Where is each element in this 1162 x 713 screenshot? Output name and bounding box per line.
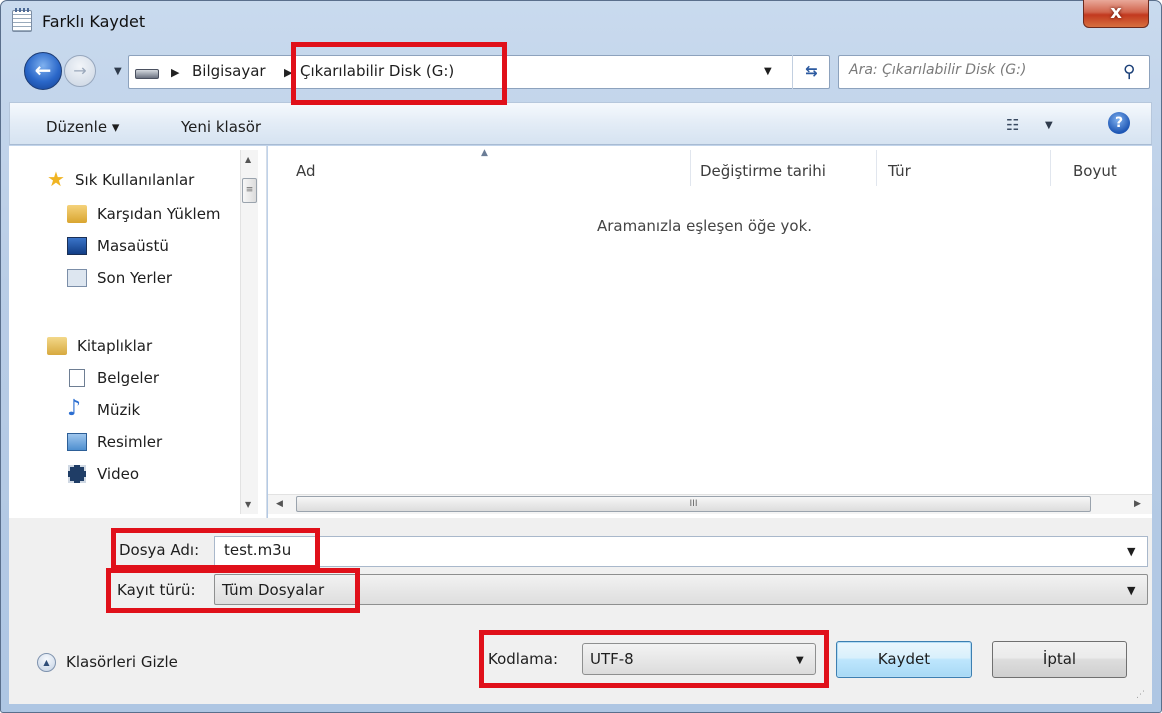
view-dropdown-icon[interactable]: ▼ [1045, 120, 1053, 131]
cancel-button[interactable]: İptal [992, 641, 1127, 678]
nav-libraries-label: Kitaplıklar [77, 337, 153, 355]
nav-item-label: Müzik [97, 401, 141, 419]
nav-item-label: Karşıdan Yüklem [97, 205, 221, 223]
video-icon [68, 465, 86, 483]
notepad-icon [12, 8, 32, 32]
download-folder-icon [67, 205, 87, 223]
back-button[interactable]: ← [24, 52, 62, 90]
recent-pages-chevron-icon[interactable]: ▼ [114, 66, 122, 77]
refresh-icon[interactable]: ⇆ [792, 55, 830, 89]
help-icon[interactable]: ? [1108, 112, 1130, 134]
view-options-icon[interactable]: ☷ [1006, 116, 1019, 134]
documents-icon [69, 369, 85, 387]
nav-item-label: Belgeler [97, 369, 159, 387]
highlight-box-encoding [479, 630, 829, 688]
recent-places-icon [67, 269, 87, 287]
libraries-icon [47, 337, 67, 355]
sort-ascending-icon: ▲ [481, 148, 488, 158]
save-button[interactable]: Kaydet [836, 641, 972, 678]
close-button[interactable]: x [1083, 0, 1149, 28]
column-separator[interactable] [876, 150, 877, 186]
hide-folders-button[interactable]: Klasörleri Gizle [66, 653, 178, 671]
music-note-icon: ♪ [67, 396, 82, 421]
address-dropdown-icon[interactable]: ▼ [764, 66, 772, 77]
highlight-box-filename [111, 528, 320, 570]
star-icon: ★ [47, 167, 65, 191]
drive-icon [135, 69, 159, 79]
file-list [268, 146, 1152, 518]
filename-dropdown-icon[interactable]: ▼ [1127, 545, 1135, 558]
save-type-dropdown-icon[interactable]: ▼ [1127, 584, 1135, 597]
empty-results-message: Aramanızla eşleşen öğe yok. [597, 217, 813, 235]
column-header-size[interactable]: Boyut [1073, 162, 1117, 180]
forward-button[interactable]: → [64, 55, 96, 87]
column-header-date-modified[interactable]: Değiştirme tarihi [700, 162, 826, 180]
organize-button[interactable]: Düzenle ▾ [46, 118, 119, 136]
scroll-up-arrow-icon[interactable]: ▲ [245, 155, 251, 164]
horizontal-scroll-thumb[interactable]: III [296, 496, 1091, 512]
breadcrumb-arrow-icon[interactable]: ▶ [171, 66, 179, 79]
navigation-scrollbar[interactable] [240, 150, 258, 514]
title-bar [0, 0, 1160, 42]
pictures-icon [67, 433, 87, 451]
nav-item-label: Masaüstü [97, 237, 169, 255]
column-header-name[interactable]: Ad [296, 162, 316, 180]
nav-favorites-label: Sık Kullanılanlar [75, 171, 195, 189]
nav-item-label: Video [97, 465, 140, 483]
search-icon[interactable]: ⚲ [1123, 62, 1135, 82]
window-title: Farklı Kaydet [42, 12, 146, 31]
scroll-right-arrow-icon[interactable]: ▶ [1134, 499, 1141, 509]
search-placeholder: Ara: Çıkarılabilir Disk (G:) [849, 62, 1027, 78]
scroll-thumb[interactable]: ≡ [242, 178, 257, 203]
scroll-down-arrow-icon[interactable]: ▼ [245, 500, 251, 509]
breadcrumb-computer[interactable]: Bilgisayar [192, 62, 266, 80]
navigation-pane: ★ Sık Kullanılanlar Karşıdan Yüklem Masa… [9, 146, 267, 518]
new-folder-button[interactable]: Yeni klasör [181, 118, 261, 136]
resize-grip-icon[interactable]: ⋰ [1136, 690, 1145, 700]
column-separator[interactable] [1050, 150, 1051, 186]
desktop-icon [67, 237, 87, 255]
nav-item-label: Son Yerler [97, 269, 173, 287]
nav-item-label: Resimler [97, 433, 163, 451]
filename-input[interactable] [214, 536, 1148, 567]
column-header-type[interactable]: Tür [888, 162, 911, 180]
highlight-box-save-type [106, 568, 360, 613]
scroll-left-arrow-icon[interactable]: ◀ [276, 499, 283, 509]
hide-folders-chevron-icon[interactable]: ▲ [37, 653, 56, 672]
highlight-box-breadcrumb [291, 42, 507, 105]
column-separator[interactable] [690, 150, 691, 186]
